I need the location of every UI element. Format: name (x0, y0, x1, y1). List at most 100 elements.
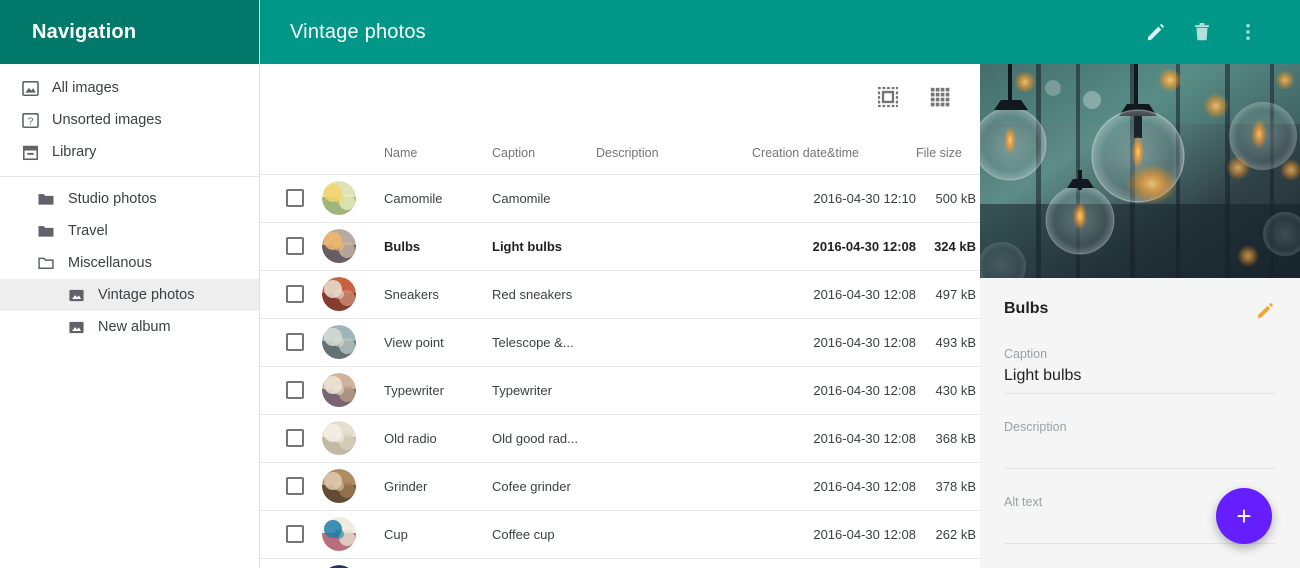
table-row[interactable]: SneakersRed sneakers2016-04-30 12:08497 … (260, 270, 980, 318)
row-thumbnail-cell (322, 414, 384, 462)
sidebar-item-unsorted-images[interactable]: ? Unsorted images (0, 104, 259, 136)
row-file-size: 493 kB (916, 318, 980, 366)
edit-album-button[interactable] (1136, 12, 1176, 52)
row-checkbox[interactable] (286, 237, 304, 255)
row-creation-date: 2016-04-30 12:10 (752, 174, 916, 222)
detail-panel: Bulbs Caption Light bulbs Description (980, 64, 1300, 568)
row-creation-date: 2016-04-30 12:08 (752, 414, 916, 462)
row-thumbnail-cell (322, 510, 384, 558)
table-row[interactable]: View pointTelescope &...2016-04-30 12:08… (260, 318, 980, 366)
row-description (596, 462, 752, 510)
row-file-size: 368 kB (916, 414, 980, 462)
row-name: Camomile (384, 174, 492, 222)
sidebar-folder-travel[interactable]: Travel (22, 215, 259, 247)
pencil-icon (1255, 300, 1276, 321)
row-description (596, 510, 752, 558)
list-toolbar (260, 64, 980, 130)
detail-title: Bulbs (1004, 300, 1048, 318)
row-name: View point (384, 318, 492, 366)
column-header-caption[interactable]: Caption (492, 130, 596, 174)
table-header-row: Name Caption Description Creation date&t… (260, 130, 980, 174)
image-list-area: Name Caption Description Creation date&t… (260, 64, 980, 568)
add-image-fab[interactable]: + (1216, 488, 1272, 544)
hero-image-graphic (980, 64, 1300, 278)
row-name (384, 558, 492, 568)
row-caption: Old good rad... (492, 414, 596, 462)
row-description (596, 558, 752, 568)
thumbnail-image (322, 277, 356, 311)
row-description (596, 366, 752, 414)
row-checkbox[interactable] (286, 381, 304, 399)
row-description (596, 414, 752, 462)
row-checkbox-cell (260, 270, 322, 318)
table-row[interactable]: CupCoffee cup2016-04-30 12:08262 kB (260, 510, 980, 558)
edit-detail-button[interactable] (1255, 300, 1276, 321)
thumbnail-image (322, 325, 356, 359)
table-row[interactable] (260, 558, 980, 568)
column-header-creation-date[interactable]: Creation date&time (752, 130, 916, 174)
row-creation-date: 2016-04-30 12:08 (752, 462, 916, 510)
row-checkbox-cell (260, 222, 322, 270)
delete-album-button[interactable] (1182, 12, 1222, 52)
unknown-image-icon: ? (18, 111, 42, 130)
field-description[interactable]: Description (1004, 420, 1276, 469)
row-file-size: 500 kB (916, 174, 980, 222)
row-caption: Typewriter (492, 366, 596, 414)
table-row[interactable]: Old radioOld good rad...2016-04-30 12:08… (260, 414, 980, 462)
field-caption[interactable]: Caption Light bulbs (1004, 347, 1276, 394)
row-description (596, 222, 752, 270)
row-checkbox[interactable] (286, 477, 304, 495)
folder-icon (34, 222, 58, 240)
row-caption: Light bulbs (492, 222, 596, 270)
sidebar-item-library[interactable]: Library (0, 136, 259, 168)
sidebar-album-vintage-photos[interactable]: Vintage photos (0, 279, 259, 311)
row-creation-date: 2016-04-30 12:08 (752, 318, 916, 366)
sidebar-folder-miscellanous[interactable]: Miscellanous (22, 247, 259, 279)
table-row[interactable]: TypewriterTypewriter2016-04-30 12:08430 … (260, 366, 980, 414)
sidebar-folders: Studio photos Travel Miscellanous (0, 183, 259, 343)
row-checkbox[interactable] (286, 333, 304, 351)
folder-icon (34, 190, 58, 208)
row-creation-date (752, 558, 916, 568)
row-thumbnail-cell (322, 270, 384, 318)
row-creation-date: 2016-04-30 12:08 (752, 510, 916, 558)
table-row[interactable]: GrinderCofee grinder2016-04-30 12:08378 … (260, 462, 980, 510)
sidebar-title: Navigation (32, 21, 136, 44)
svg-text:?: ? (27, 116, 33, 127)
table-row[interactable]: BulbsLight bulbs2016-04-30 12:08324 kB (260, 222, 980, 270)
sidebar-item-all-images[interactable]: All images (0, 72, 259, 104)
grid-view-icon[interactable] (928, 85, 952, 109)
more-vert-icon (1237, 21, 1259, 43)
column-header-thumbnail (322, 130, 384, 174)
row-checkbox[interactable] (286, 525, 304, 543)
row-description (596, 270, 752, 318)
sidebar-album-new-album[interactable]: New album (0, 311, 259, 343)
row-name: Typewriter (384, 366, 492, 414)
topbar: Vintage photos (260, 0, 1300, 64)
row-checkbox[interactable] (286, 429, 304, 447)
sidebar-album-label: Vintage photos (98, 287, 194, 303)
column-header-name[interactable]: Name (384, 130, 492, 174)
sidebar-folder-studio-photos[interactable]: Studio photos (22, 183, 259, 215)
thumbnail-image (322, 421, 356, 455)
row-checkbox-cell (260, 462, 322, 510)
thumbnail-image (322, 517, 356, 551)
column-header-description[interactable]: Description (596, 130, 752, 174)
sidebar-folder-label: Miscellanous (68, 255, 152, 271)
row-name: Bulbs (384, 222, 492, 270)
row-caption: Coffee cup (492, 510, 596, 558)
more-options-button[interactable] (1228, 12, 1268, 52)
row-checkbox[interactable] (286, 189, 304, 207)
image-icon (18, 79, 42, 98)
sidebar-album-label: New album (98, 319, 171, 335)
column-header-file-size[interactable]: File size (916, 130, 980, 174)
row-thumbnail-cell (322, 462, 384, 510)
archive-icon (18, 143, 42, 162)
thumbnail-image (322, 373, 356, 407)
sidebar-folder-label: Studio photos (68, 191, 157, 207)
select-all-icon[interactable] (876, 85, 900, 109)
row-file-size: 262 kB (916, 510, 980, 558)
row-checkbox[interactable] (286, 285, 304, 303)
image-icon (64, 287, 88, 304)
table-row[interactable]: CamomileCamomile2016-04-30 12:10500 kB (260, 174, 980, 222)
